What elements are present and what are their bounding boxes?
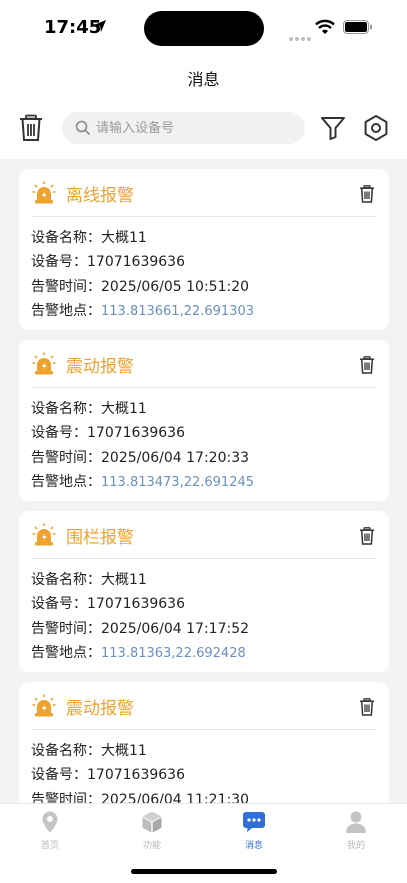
alarm-location-link[interactable]: 113.813473,22.691245 bbox=[101, 475, 254, 490]
device-no-row: 设备号：17071639636 bbox=[31, 593, 185, 613]
device-name-row: 设备名称：大概11 bbox=[31, 569, 147, 589]
card-header: 震动报警 bbox=[19, 682, 389, 728]
alarm-time-row: 告警时间：2025/06/05 10:51:20 bbox=[31, 276, 249, 296]
message-list[interactable]: 离线报警 设备名称：大概11 设备号：17071639636 告警时间：2025… bbox=[0, 159, 407, 803]
tab-profile[interactable]: 我的 bbox=[326, 810, 386, 854]
location-arrow-icon bbox=[94, 20, 106, 32]
alarm-time-label: 告警时间： bbox=[31, 450, 101, 466]
message-card[interactable]: 离线报警 设备名称：大概11 设备号：17071639636 告警时间：2025… bbox=[19, 169, 389, 330]
device-name-value: 大概11 bbox=[101, 230, 147, 246]
alarm-time-label: 告警时间： bbox=[31, 621, 101, 637]
device-name-value: 大概11 bbox=[101, 743, 147, 759]
wifi-icon bbox=[315, 19, 335, 34]
message-card[interactable]: 围栏报警 设备名称：大概11 设备号：17071639636 告警时间：2025… bbox=[19, 511, 389, 672]
device-name-row: 设备名称：大概11 bbox=[31, 740, 147, 760]
location-pin-icon bbox=[42, 811, 58, 833]
device-name-value: 大概11 bbox=[101, 572, 147, 588]
nav-header: 消息 bbox=[0, 56, 407, 159]
device-no-value: 17071639636 bbox=[87, 596, 185, 612]
device-no-value: 17071639636 bbox=[87, 254, 185, 270]
alarm-location-label: 告警地点： bbox=[31, 474, 101, 490]
alarm-time-value: 2025/06/05 10:51:20 bbox=[101, 279, 250, 295]
cellular-signal-icon bbox=[289, 26, 313, 45]
alarm-time-row: 告警时间：2025/06/04 17:17:52 bbox=[31, 618, 249, 638]
device-name-value: 大概11 bbox=[101, 401, 147, 417]
device-name-row: 设备名称：大概11 bbox=[31, 227, 147, 247]
device-no-value: 17071639636 bbox=[87, 425, 185, 441]
delete-message-button[interactable] bbox=[359, 527, 375, 545]
home-indicator bbox=[131, 869, 277, 874]
search-input[interactable] bbox=[96, 112, 296, 144]
card-header: 围栏报警 bbox=[19, 511, 389, 557]
device-no-row: 设备号：17071639636 bbox=[31, 251, 185, 271]
alarm-location-label: 告警地点： bbox=[31, 303, 101, 319]
device-no-label: 设备号： bbox=[31, 767, 87, 783]
dynamic-island bbox=[144, 11, 264, 46]
chat-bubble-icon bbox=[243, 812, 265, 832]
alarm-title: 震动报警 bbox=[66, 699, 134, 719]
alarm-light-icon bbox=[32, 181, 56, 204]
tab-home[interactable]: 首页 bbox=[20, 810, 80, 854]
device-name-label: 设备名称： bbox=[31, 230, 101, 246]
delete-all-button[interactable] bbox=[18, 114, 44, 142]
cube-icon bbox=[142, 811, 162, 833]
alarm-title: 围栏报警 bbox=[66, 528, 134, 548]
delete-message-button[interactable] bbox=[359, 698, 375, 716]
card-header: 震动报警 bbox=[19, 340, 389, 386]
device-name-row: 设备名称：大概11 bbox=[31, 398, 147, 418]
device-no-label: 设备号： bbox=[31, 425, 87, 441]
alarm-light-icon bbox=[32, 352, 56, 375]
settings-button[interactable] bbox=[362, 114, 390, 142]
filter-button[interactable] bbox=[320, 116, 346, 140]
alarm-time-label: 告警时间： bbox=[31, 792, 101, 803]
search-box[interactable] bbox=[62, 112, 305, 144]
message-card[interactable]: 震动报警 设备名称：大概11 设备号：17071639636 告警时间：2025… bbox=[19, 682, 389, 803]
alarm-time-label: 告警时间： bbox=[31, 279, 101, 295]
delete-message-button[interactable] bbox=[359, 185, 375, 203]
person-icon bbox=[346, 811, 366, 833]
alarm-time-row: 告警时间：2025/06/04 11:21:30 bbox=[31, 789, 249, 803]
alarm-time-row: 告警时间：2025/06/04 17:20:33 bbox=[31, 447, 249, 467]
alarm-location-link[interactable]: 113.81363,22.692428 bbox=[101, 646, 246, 661]
alarm-title: 震动报警 bbox=[66, 357, 134, 377]
tab-functions[interactable]: 功能 bbox=[122, 810, 182, 854]
divider bbox=[31, 729, 377, 730]
search-icon bbox=[75, 120, 91, 136]
device-name-label: 设备名称： bbox=[31, 401, 101, 417]
device-no-row: 设备号：17071639636 bbox=[31, 422, 185, 442]
divider bbox=[31, 387, 377, 388]
divider bbox=[31, 558, 377, 559]
status-bar: 17:45 bbox=[0, 0, 407, 56]
divider bbox=[31, 216, 377, 217]
alarm-location-row: 告警地点：113.813661,22.691303 bbox=[31, 300, 254, 320]
device-name-label: 设备名称： bbox=[31, 743, 101, 759]
tab-label: 我的 bbox=[346, 841, 365, 851]
tab-label: 功能 bbox=[142, 841, 161, 851]
card-header: 离线报警 bbox=[19, 169, 389, 215]
tab-label: 首页 bbox=[40, 841, 59, 851]
alarm-location-row: 告警地点：113.813473,22.691245 bbox=[31, 471, 254, 491]
device-name-label: 设备名称： bbox=[31, 572, 101, 588]
alarm-time-value: 2025/06/04 17:17:52 bbox=[101, 621, 250, 637]
device-no-label: 设备号： bbox=[31, 254, 87, 270]
alarm-light-icon bbox=[32, 523, 56, 546]
alarm-time-value: 2025/06/04 17:20:33 bbox=[101, 450, 250, 466]
message-card[interactable]: 震动报警 设备名称：大概11 设备号：17071639636 告警时间：2025… bbox=[19, 340, 389, 501]
device-no-row: 设备号：17071639636 bbox=[31, 764, 185, 784]
device-no-label: 设备号： bbox=[31, 596, 87, 612]
delete-message-button[interactable] bbox=[359, 356, 375, 374]
battery-icon bbox=[343, 20, 372, 34]
alarm-location-link[interactable]: 113.813661,22.691303 bbox=[101, 304, 254, 319]
alarm-location-label: 告警地点： bbox=[31, 645, 101, 661]
tab-messages[interactable]: 消息 bbox=[224, 810, 284, 854]
device-no-value: 17071639636 bbox=[87, 767, 185, 783]
alarm-light-icon bbox=[32, 694, 56, 717]
tab-label: 消息 bbox=[244, 841, 263, 851]
page-title: 消息 bbox=[187, 70, 220, 89]
alarm-location-row: 告警地点：113.81363,22.692428 bbox=[31, 642, 246, 662]
alarm-time-value: 2025/06/04 11:21:30 bbox=[101, 792, 250, 803]
alarm-title: 离线报警 bbox=[66, 186, 134, 206]
